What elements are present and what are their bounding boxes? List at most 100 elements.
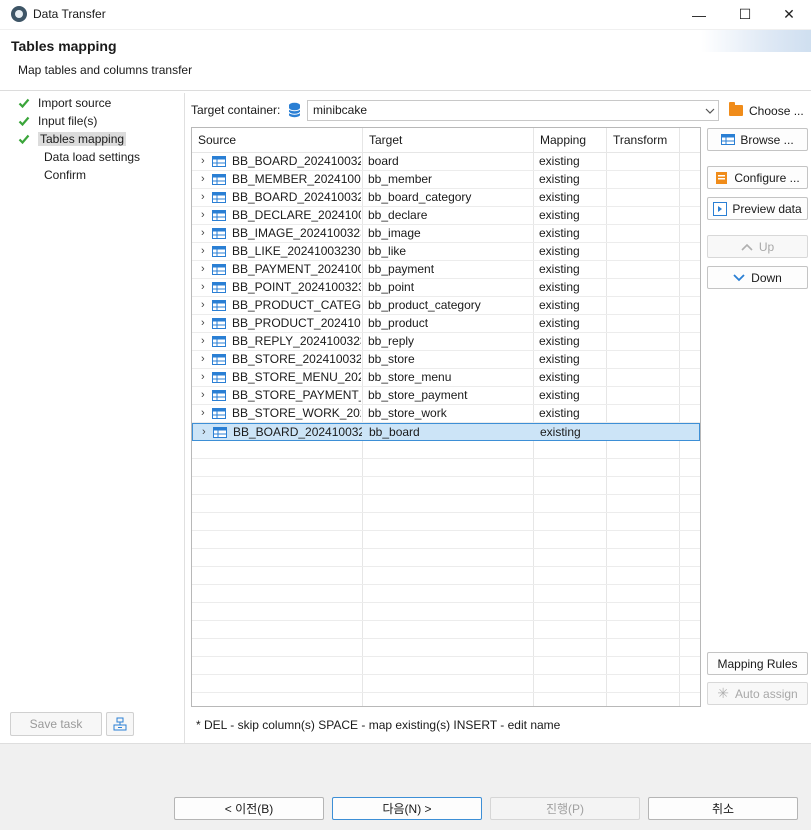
browse-button[interactable]: Browse ... bbox=[707, 128, 808, 151]
target-cell[interactable]: bb_reply bbox=[368, 333, 530, 350]
mapping-cell[interactable]: existing bbox=[539, 333, 605, 350]
expand-icon[interactable]: › bbox=[201, 353, 205, 365]
choose-button[interactable]: Choose ... bbox=[729, 100, 804, 121]
target-cell[interactable]: bb_store_payment bbox=[368, 387, 530, 404]
wizard-step-2[interactable]: Tables mapping bbox=[18, 130, 127, 147]
mapping-cell[interactable]: existing bbox=[539, 297, 605, 314]
wizard-step-3[interactable]: Data load settings bbox=[44, 148, 140, 165]
close-button[interactable]: ✕ bbox=[766, 0, 811, 29]
column-header-mapping[interactable]: Mapping bbox=[534, 128, 606, 152]
target-cell[interactable]: bb_board bbox=[369, 424, 531, 441]
mapping-cell[interactable]: existing bbox=[539, 261, 605, 278]
table-row[interactable]: › BB_REPLY_202410032303. bb_reply existing bbox=[192, 333, 700, 351]
target-container-select[interactable] bbox=[307, 100, 719, 121]
column-header-transform[interactable]: Transform bbox=[607, 128, 679, 152]
transform-cell[interactable] bbox=[612, 279, 678, 296]
expand-icon[interactable]: › bbox=[201, 227, 205, 239]
minimize-button[interactable]: — bbox=[676, 0, 722, 29]
table-row[interactable]: › BB_STORE_202410032303 bb_store existing bbox=[192, 351, 700, 369]
target-cell[interactable]: bb_like bbox=[368, 243, 530, 260]
expand-icon[interactable]: › bbox=[201, 407, 205, 419]
transform-cell[interactable] bbox=[612, 189, 678, 206]
table-row[interactable]: › BB_STORE_WORK_202410 bb_store_work existi… bbox=[192, 405, 700, 423]
target-cell[interactable]: bb_board_category bbox=[368, 189, 530, 206]
task-config-button[interactable] bbox=[106, 712, 134, 736]
mapping-cell[interactable]: existing bbox=[539, 243, 605, 260]
target-cell[interactable]: bb_product bbox=[368, 315, 530, 332]
back-button[interactable]: < 이전(B) bbox=[174, 797, 324, 820]
target-cell[interactable]: bb_product_category bbox=[368, 297, 530, 314]
target-cell[interactable]: bb_store_menu bbox=[368, 369, 530, 386]
expand-icon[interactable]: › bbox=[201, 317, 205, 329]
proceed-button[interactable]: 진행(P) bbox=[490, 797, 640, 820]
transform-cell[interactable] bbox=[612, 225, 678, 242]
transform-cell[interactable] bbox=[612, 171, 678, 188]
table-row[interactable]: › BB_MEMBER_202410032303 bb_member existing bbox=[192, 171, 700, 189]
mapping-cell[interactable]: existing bbox=[539, 315, 605, 332]
target-cell[interactable]: bb_store_work bbox=[368, 405, 530, 422]
wizard-step-0[interactable]: Import source bbox=[18, 94, 111, 111]
table-row[interactable]: › BB_POINT_202410032303 bb_point existing bbox=[192, 279, 700, 297]
mapping-cell[interactable]: existing bbox=[540, 424, 606, 441]
mapping-cell[interactable]: existing bbox=[539, 153, 605, 170]
expand-icon[interactable]: › bbox=[201, 371, 205, 383]
expand-icon[interactable]: › bbox=[201, 299, 205, 311]
table-row[interactable]: › BB_STORE_PAYMENT_202 bb_store_payment exi… bbox=[192, 387, 700, 405]
cancel-button[interactable]: 취소 bbox=[648, 797, 798, 820]
table-row[interactable]: › BB_BOARD_202410032303 bb_board_category e… bbox=[192, 189, 700, 207]
target-cell[interactable]: bb_member bbox=[368, 171, 530, 188]
chevron-down-icon[interactable] bbox=[703, 101, 717, 120]
preview-data-button[interactable]: Preview data bbox=[707, 197, 808, 220]
save-task-button[interactable]: Save task bbox=[10, 712, 102, 736]
mapping-cell[interactable]: existing bbox=[539, 171, 605, 188]
transform-cell[interactable] bbox=[612, 387, 678, 404]
target-cell[interactable]: bb_point bbox=[368, 279, 530, 296]
target-cell[interactable]: bb_image bbox=[368, 225, 530, 242]
expand-icon[interactable]: › bbox=[201, 209, 205, 221]
next-button[interactable]: 다음(N) > bbox=[332, 797, 482, 820]
configure-button[interactable]: Configure ... bbox=[707, 166, 808, 189]
expand-icon[interactable]: › bbox=[201, 263, 205, 275]
maximize-button[interactable]: ☐ bbox=[722, 0, 768, 29]
target-cell[interactable]: bb_declare bbox=[368, 207, 530, 224]
expand-icon[interactable]: › bbox=[201, 155, 205, 167]
transform-cell[interactable] bbox=[612, 153, 678, 170]
table-row[interactable]: › BB_PRODUCT_CATEGORY bb_product_category e… bbox=[192, 297, 700, 315]
table-row[interactable]: › BB_IMAGE_202410032303 bb_image existing bbox=[192, 225, 700, 243]
expand-icon[interactable]: › bbox=[201, 335, 205, 347]
mapping-cell[interactable]: existing bbox=[539, 225, 605, 242]
table-row[interactable]: › BB_PAYMENT_202410032303 bb_payment existi… bbox=[192, 261, 700, 279]
transform-cell[interactable] bbox=[613, 424, 679, 441]
transform-cell[interactable] bbox=[612, 243, 678, 260]
table-row[interactable]: › BB_BOARD_202410032303 bb_board existing bbox=[192, 423, 700, 441]
mapping-cell[interactable]: existing bbox=[539, 189, 605, 206]
wizard-step-1[interactable]: Input file(s) bbox=[18, 112, 97, 129]
expand-icon[interactable]: › bbox=[201, 281, 205, 293]
column-header-source[interactable]: Source bbox=[192, 128, 362, 152]
transform-cell[interactable] bbox=[612, 207, 678, 224]
table-row[interactable]: › BB_PRODUCT_202410032303 bb_product existi… bbox=[192, 315, 700, 333]
mapping-cell[interactable]: existing bbox=[539, 351, 605, 368]
transform-cell[interactable] bbox=[612, 405, 678, 422]
table-row[interactable]: › BB_BOARD_202410032303 board existing bbox=[192, 153, 700, 171]
move-up-button[interactable]: Up bbox=[707, 235, 808, 258]
column-header-target[interactable]: Target bbox=[363, 128, 533, 152]
transform-cell[interactable] bbox=[612, 261, 678, 278]
transform-cell[interactable] bbox=[612, 351, 678, 368]
move-down-button[interactable]: Down bbox=[707, 266, 808, 289]
mapping-cell[interactable]: existing bbox=[539, 369, 605, 386]
target-cell[interactable]: bb_payment bbox=[368, 261, 530, 278]
mapping-cell[interactable]: existing bbox=[539, 279, 605, 296]
transform-cell[interactable] bbox=[612, 369, 678, 386]
transform-cell[interactable] bbox=[612, 315, 678, 332]
table-row[interactable]: › BB_DECLARE_202410032303 bb_declare existi… bbox=[192, 207, 700, 225]
expand-icon[interactable]: › bbox=[201, 191, 205, 203]
mapping-rules-button[interactable]: Mapping Rules bbox=[707, 652, 808, 675]
expand-icon[interactable]: › bbox=[201, 173, 205, 185]
transform-cell[interactable] bbox=[612, 333, 678, 350]
wizard-step-4[interactable]: Confirm bbox=[44, 166, 86, 183]
auto-assign-button[interactable]: ✳ Auto assign bbox=[707, 682, 808, 705]
target-cell[interactable]: bb_store bbox=[368, 351, 530, 368]
mapping-cell[interactable]: existing bbox=[539, 387, 605, 404]
transform-cell[interactable] bbox=[612, 297, 678, 314]
